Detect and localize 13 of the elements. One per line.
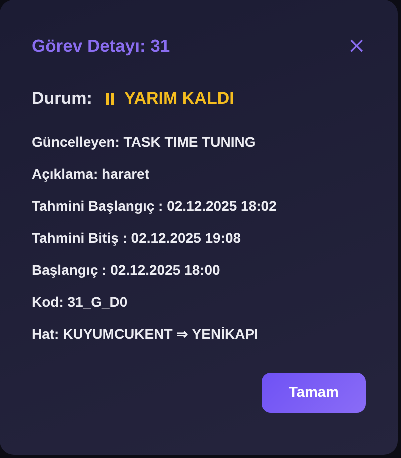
detail-line: Kod: 31_G_D0 [32, 293, 129, 312]
dialog-title: Görev Detayı: 31 [32, 36, 170, 57]
detail-line: Hat: KUYUMCUKENT ⇒ YENİKAPI [32, 325, 260, 344]
detail-line: Başlangıç : 02.12.2025 18:00 [32, 261, 222, 280]
detail-line: Açıklama: hararet [32, 165, 151, 184]
detail-line: Tahmini Bitiş : 02.12.2025 19:08 [32, 229, 242, 248]
close-button[interactable]: × [346, 36, 368, 56]
pause-icon [105, 93, 116, 105]
detail-line: Tahmini Başlangıç : 02.12.2025 18:02 [32, 197, 278, 216]
status-label: Durum: [32, 89, 92, 109]
ok-button[interactable]: Tamam [262, 372, 366, 412]
status-value: YARIM KALDI [124, 89, 234, 109]
detail-line: Güncelleyen: TASK TIME TUNING [32, 133, 257, 152]
